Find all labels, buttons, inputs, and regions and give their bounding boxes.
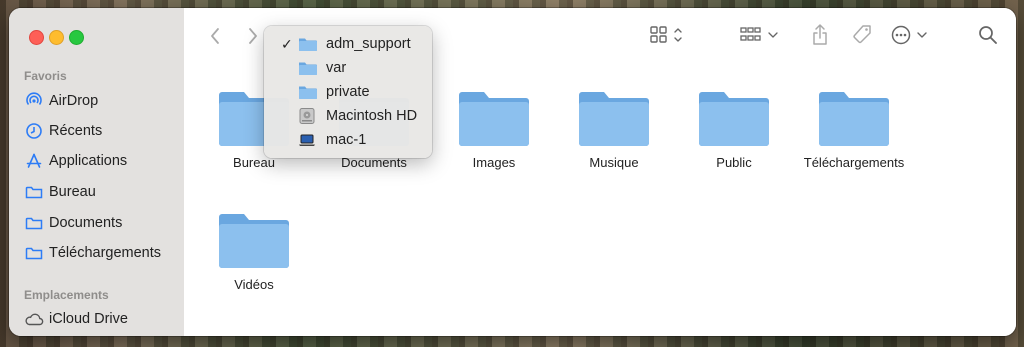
search-button[interactable]: [976, 23, 1000, 47]
folder-label: Musique: [589, 155, 639, 170]
sidebar-item-airdrop[interactable]: AirDrop: [23, 88, 178, 114]
sidebar-heading-favorites: Favoris: [24, 69, 67, 83]
sidebar-item-label: Applications: [49, 153, 128, 169]
path-menu-item-private[interactable]: private: [264, 80, 432, 104]
laptop-icon: [298, 133, 320, 147]
folder-label: Vidéos: [234, 277, 274, 292]
share-button[interactable]: [809, 22, 831, 48]
sidebar-item-telechargements[interactable]: Téléchargements: [23, 240, 178, 266]
path-menu-item-var[interactable]: var: [264, 56, 432, 80]
folder-item-musique[interactable]: Musique: [559, 88, 669, 170]
sidebar-heading-locations: Emplacements: [24, 288, 109, 302]
search-icon: [979, 26, 997, 44]
folder-icon: [23, 214, 45, 232]
folder-icon: [459, 92, 529, 146]
sidebar-item-label: AirDrop: [49, 93, 99, 109]
path-menu-label: adm_support: [326, 36, 411, 52]
minimize-window-button[interactable]: [49, 30, 64, 45]
sidebar-item-recents[interactable]: Récents: [23, 118, 178, 144]
folder-icon: [579, 92, 649, 146]
folder-label: Public: [716, 155, 752, 170]
folder-icon: [298, 36, 320, 52]
folder-item-telechargements[interactable]: Téléchargements: [799, 88, 909, 170]
chevron-right-icon: [249, 28, 257, 44]
path-menu-item-macintosh-hd[interactable]: Macintosh HD: [264, 104, 432, 128]
view-mode-button[interactable]: [649, 23, 689, 47]
sidebar-item-label: Téléchargements: [49, 245, 162, 261]
group-view-icon: [740, 27, 778, 41]
folder-icon: [699, 92, 769, 146]
path-menu-item-mac-1[interactable]: mac-1: [264, 128, 432, 152]
path-popup-menu: ✓ adm_support var private Macintosh HD m…: [264, 26, 432, 158]
sidebar-item-label: Bureau: [49, 184, 96, 200]
folder-item-images[interactable]: Images: [439, 88, 549, 170]
sidebar-item-label: Récents: [49, 123, 103, 139]
folder-label: Téléchargements: [803, 155, 905, 170]
clock-icon: [23, 122, 45, 140]
path-menu-label: var: [326, 60, 347, 76]
folder-icon: [23, 244, 45, 262]
cloud-icon: [23, 310, 45, 328]
hard-drive-icon: [298, 107, 320, 125]
folder-icon: [819, 92, 889, 146]
folder-label: Images: [472, 155, 516, 170]
more-actions-button[interactable]: [889, 23, 931, 47]
sidebar-item-applications[interactable]: Applications: [23, 148, 178, 174]
finder-window: Favoris AirDrop Récents Applications Bur…: [9, 8, 1016, 336]
sidebar-item-bureau[interactable]: Bureau: [23, 179, 178, 205]
folder-item-videos[interactable]: Vidéos: [199, 210, 309, 292]
folder-item-public[interactable]: Public: [679, 88, 789, 170]
sidebar-item-label: Documents: [49, 215, 123, 231]
path-menu-label: private: [326, 84, 370, 100]
sidebar-item-icloud-drive[interactable]: iCloud Drive: [23, 306, 178, 332]
back-button[interactable]: [206, 25, 224, 47]
sidebar-item-documents[interactable]: Documents: [23, 210, 178, 236]
sidebar-item-label: iCloud Drive: [49, 311, 128, 327]
folder-icon: [23, 183, 45, 201]
path-menu-label: mac-1: [326, 132, 367, 148]
airdrop-icon: [23, 92, 45, 110]
ellipsis-circle-icon: [891, 25, 927, 45]
applications-icon: [23, 152, 45, 170]
tags-button[interactable]: [850, 22, 874, 48]
path-menu-label: Macintosh HD: [326, 108, 418, 124]
zoom-window-button[interactable]: [69, 30, 84, 45]
share-icon: [813, 24, 827, 45]
group-by-button[interactable]: [739, 23, 781, 47]
tag-icon: [853, 25, 871, 44]
folder-icon: [219, 214, 289, 268]
path-menu-item-adm-support[interactable]: ✓ adm_support: [264, 32, 432, 56]
checkmark-icon: ✓: [281, 35, 293, 52]
folder-icon: [298, 84, 320, 100]
chevron-left-icon: [211, 28, 219, 44]
close-window-button[interactable]: [29, 30, 44, 45]
forward-button[interactable]: [244, 25, 262, 47]
folder-icon: [298, 60, 320, 76]
sidebar: Favoris AirDrop Récents Applications Bur…: [9, 8, 185, 336]
grid-view-icon: [650, 26, 682, 43]
